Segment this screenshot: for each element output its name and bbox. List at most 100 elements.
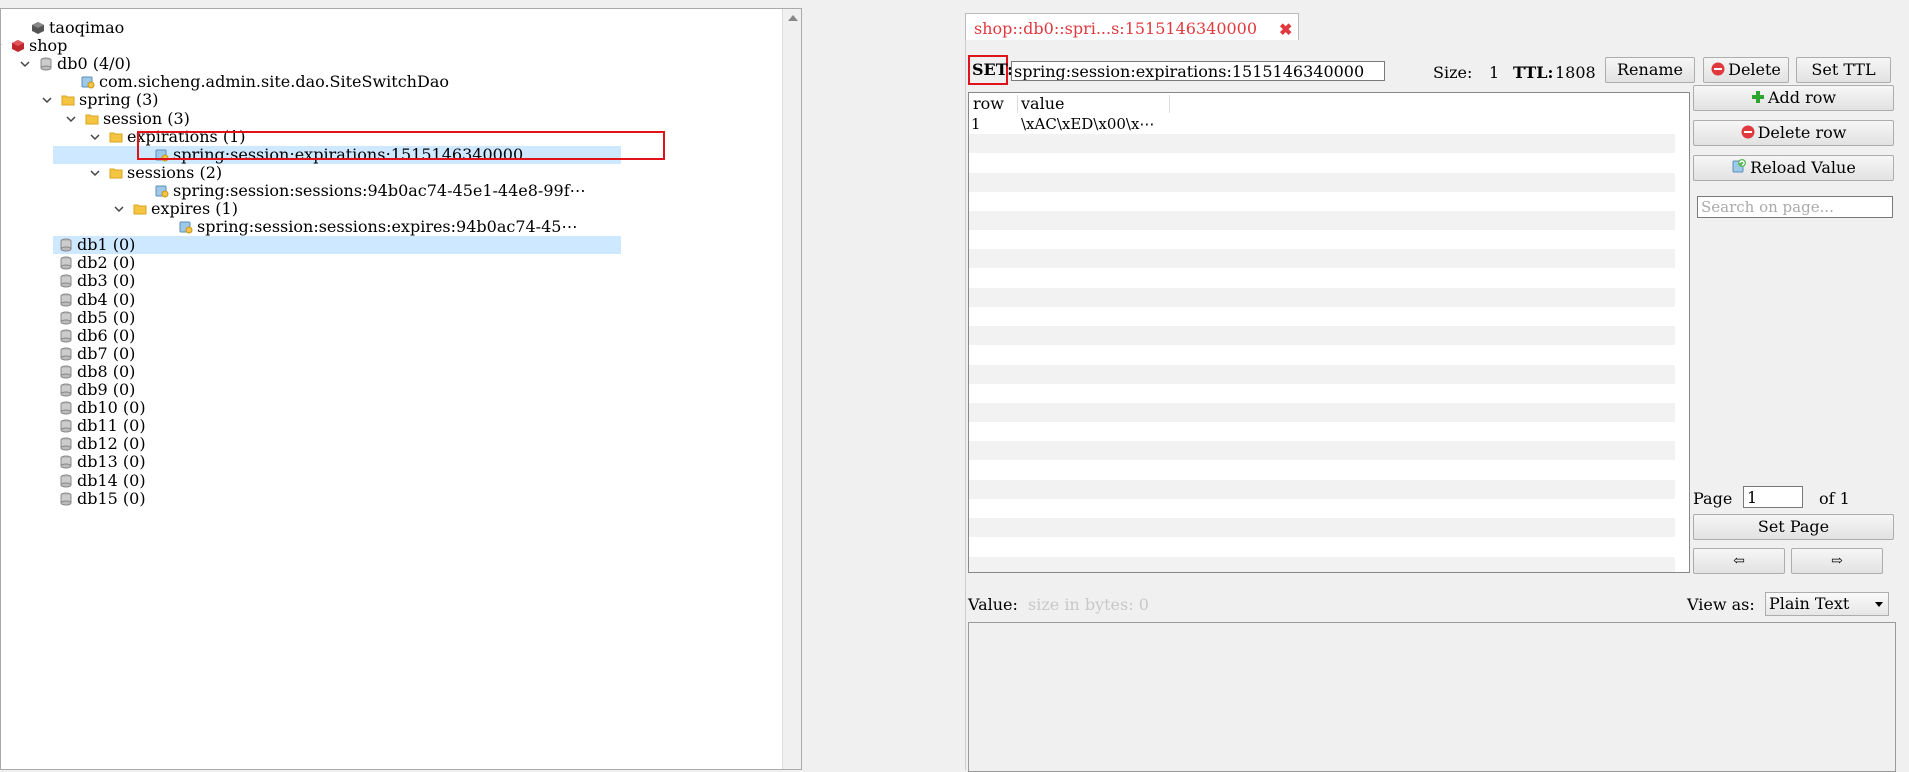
tree-item[interactable]: taoqimao: [31, 19, 731, 37]
table-row: [969, 326, 1685, 346]
tree-item-label: db4 (0): [77, 289, 136, 309]
scroll-up-arrow-icon[interactable]: [788, 15, 798, 21]
set-ttl-label: Set TTL: [1811, 60, 1876, 79]
folder-icon: [109, 166, 123, 180]
tree-item-label: session (3): [103, 108, 190, 128]
column-header-value[interactable]: value: [1021, 93, 1064, 115]
add-row-label: Add row: [1767, 88, 1837, 107]
tree-item[interactable]: db1 (0): [53, 235, 621, 255]
chevron-down-icon[interactable]: [111, 201, 127, 217]
tree-item[interactable]: expires (1): [114, 199, 801, 218]
tab-key-view[interactable]: shop::db0::spri...s:1515146340000 ✖: [965, 13, 1299, 41]
table-row: [969, 364, 1685, 384]
tree-item[interactable]: db4 (0): [59, 289, 759, 309]
tree-item-label: expires (1): [151, 199, 238, 218]
tree-item[interactable]: db9 (0): [59, 381, 759, 399]
tree-item[interactable]: session (3): [66, 108, 785, 128]
rename-label: Rename: [1617, 60, 1683, 79]
key-icon: [179, 220, 193, 234]
search-on-page-input[interactable]: [1697, 196, 1893, 218]
arrow-left-icon: ⇦: [1733, 553, 1745, 569]
close-icon[interactable]: ✖: [1279, 20, 1292, 39]
tree-item[interactable]: db14 (0): [59, 471, 759, 490]
tree-item-label: db3 (0): [77, 271, 136, 291]
tree-item[interactable]: db13 (0): [59, 453, 759, 471]
folder-icon: [61, 93, 75, 107]
table-row: [969, 230, 1685, 249]
prev-page-button[interactable]: ⇦: [1693, 548, 1785, 574]
chevron-down-icon[interactable]: [63, 111, 79, 127]
database-icon: [39, 57, 53, 71]
delete-row-button[interactable]: Delete row: [1693, 120, 1894, 146]
value-editor[interactable]: [968, 622, 1896, 772]
arrow-right-icon: ⇨: [1831, 553, 1843, 569]
key-name-field[interactable]: [1011, 61, 1385, 81]
tree-item[interactable]: db6 (0): [59, 326, 759, 345]
tree-item[interactable]: com.sicheng.admin.site.dao.SiteSwitchDao: [81, 73, 781, 91]
table-row: [969, 537, 1685, 556]
tree-item[interactable]: spring:session:sessions:94b0ac74-45e1-44…: [155, 181, 801, 200]
rename-button[interactable]: Rename: [1605, 57, 1695, 83]
chevron-down-icon[interactable]: [1, 38, 5, 54]
tree-item[interactable]: db8 (0): [59, 362, 759, 381]
tree-item-label: spring:session:sessions:expires:94b0ac74…: [197, 217, 578, 237]
tree-item[interactable]: db12 (0): [59, 435, 759, 453]
reload-value-button[interactable]: Reload Value: [1693, 155, 1894, 181]
tree-item-label: db13 (0): [77, 452, 146, 472]
row-value: \xAC\xED\x00\x⋯: [1021, 115, 1155, 133]
tree-scrollbar[interactable]: [782, 9, 801, 769]
values-table: 1 \xAC\xED\x00\x⋯ row value: [968, 92, 1690, 573]
database-icon: [59, 256, 73, 270]
tree-item[interactable]: sessions (2): [90, 163, 801, 182]
tree-item[interactable]: spring:session:expirations:1515146340000: [53, 145, 621, 164]
tab-label[interactable]: shop::db0::spri...s:1515146340000: [974, 19, 1257, 38]
tree-item[interactable]: spring:session:sessions:expires:94b0ac74…: [179, 217, 801, 237]
table-row[interactable]: 1 \xAC\xED\x00\x⋯: [969, 115, 1685, 134]
next-page-button[interactable]: ⇨: [1791, 548, 1883, 574]
tree-item-label: db0 (4/0): [57, 54, 131, 74]
tree-item-label: db12 (0): [77, 434, 146, 454]
tree-item[interactable]: db0 (4/0): [20, 54, 739, 74]
tree-item[interactable]: db5 (0): [59, 308, 759, 327]
tree-item[interactable]: db11 (0): [59, 417, 759, 435]
view-as-value: Plain Text: [1769, 594, 1850, 613]
tree-item[interactable]: db10 (0): [59, 399, 759, 417]
chevron-down-icon[interactable]: [87, 129, 103, 145]
size-label: Size:: [1433, 63, 1473, 82]
tree-item[interactable]: db7 (0): [59, 344, 759, 363]
tree-item-label: taoqimao: [49, 18, 125, 37]
tree-item[interactable]: db2 (0): [59, 254, 759, 272]
chevron-down-icon[interactable]: [87, 165, 103, 181]
table-row: [969, 479, 1685, 499]
chevron-down-icon[interactable]: [17, 56, 33, 72]
set-page-button[interactable]: Set Page: [1693, 514, 1894, 540]
tree-item[interactable]: shop: [1, 37, 711, 55]
set-ttl-button[interactable]: Set TTL: [1796, 57, 1891, 83]
table-row: [969, 211, 1685, 230]
delete-row-label: Delete row: [1757, 123, 1847, 142]
connection-tree: taoqimao shop db0 (4/0) com.sicheng.admin.s…: [0, 8, 802, 770]
server-icon: [11, 39, 25, 53]
view-as-label: View as:: [1687, 595, 1755, 614]
database-icon: [59, 329, 73, 343]
add-row-button[interactable]: Add row: [1693, 85, 1894, 111]
reload-icon: [1731, 157, 1747, 181]
column-header-row[interactable]: row: [973, 93, 1004, 115]
tree-item-label: db11 (0): [77, 416, 146, 436]
reload-value-label: Reload Value: [1750, 158, 1856, 177]
tree-item[interactable]: db3 (0): [59, 272, 759, 290]
page-number-input[interactable]: [1743, 486, 1803, 508]
view-as-select[interactable]: Plain Text: [1765, 592, 1889, 616]
set-page-label: Set Page: [1757, 517, 1830, 536]
tree-item[interactable]: spring (3): [42, 91, 761, 109]
tree-item-label: db1 (0): [77, 235, 136, 255]
table-scroll-gutter: [1675, 93, 1689, 572]
tree-item[interactable]: expirations (1): [90, 126, 801, 146]
tree-item-label: expirations (1): [127, 126, 246, 146]
chevron-down-icon: [1875, 602, 1883, 607]
delete-button[interactable]: Delete: [1703, 57, 1789, 83]
page-label: Page: [1693, 489, 1733, 508]
table-row: [969, 345, 1685, 364]
tree-item[interactable]: db15 (0): [59, 489, 759, 508]
chevron-down-icon[interactable]: [39, 92, 55, 108]
